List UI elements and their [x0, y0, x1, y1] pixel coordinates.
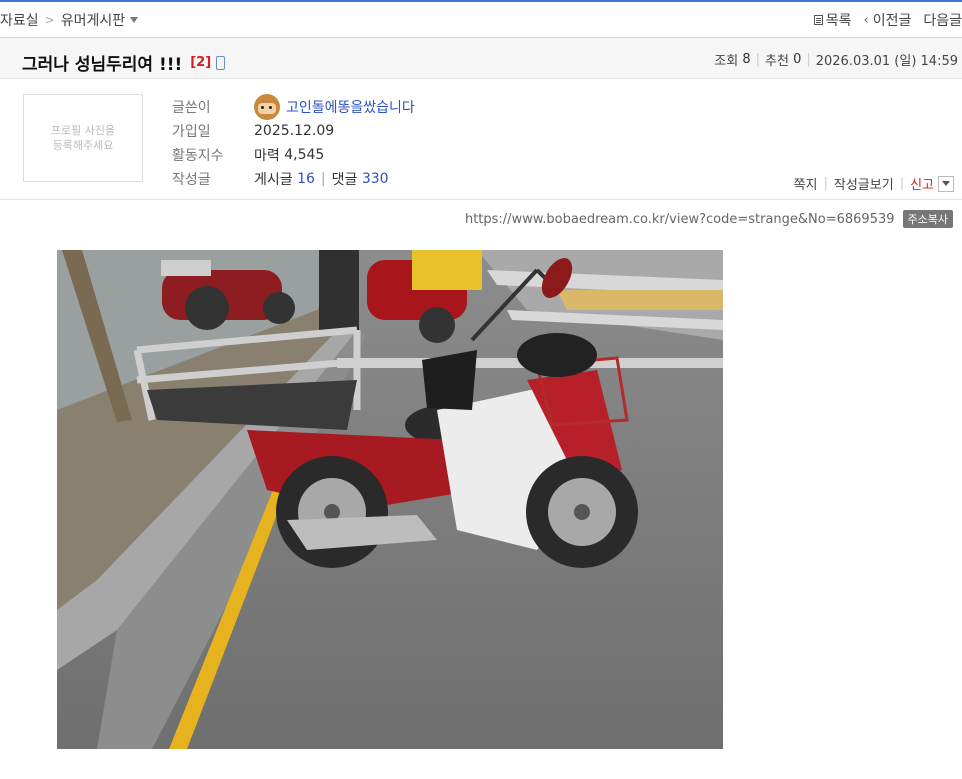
post-title-group: 그러나 성님두리여 !!! [2]	[22, 50, 226, 75]
author-row: 글쓴이 고인돌에똥을쌌습니다	[172, 94, 415, 120]
posts-label: 작성글	[172, 172, 211, 188]
activity-score: 4,545	[284, 147, 325, 163]
author-name-link[interactable]: 고인돌에똥을쌌습니다	[286, 97, 415, 117]
photo-placeholder-text: 프로필 사진을	[50, 124, 116, 137]
joined-date: 2025.12.09	[254, 123, 335, 139]
author-actions: 쪽지 | 작성글보기 | 신고	[794, 174, 954, 193]
list-label: 목록	[825, 13, 852, 29]
post-url[interactable]: https://www.bobaedream.co.kr/view?code=s…	[465, 212, 895, 227]
comments-count-link[interactable]: 330	[362, 171, 389, 187]
post-url-row: https://www.bobaedream.co.kr/view?code=s…	[465, 210, 953, 228]
message-button[interactable]: 쪽지	[794, 174, 818, 193]
author-profile: 프로필 사진을 등록해주세요 글쓴이 고인돌에똥을쌌습니다 가입일 2025.1…	[0, 80, 962, 200]
view-posts-button[interactable]: 작성글보기	[834, 174, 894, 193]
chevron-left-icon: ‹	[863, 12, 869, 28]
list-button[interactable]: 목록	[813, 10, 852, 30]
comment-count-badge[interactable]: [2]	[190, 55, 211, 70]
prev-post-label: 이전글	[872, 13, 912, 29]
divider: |	[755, 52, 760, 67]
report-button[interactable]: 신고	[910, 174, 934, 193]
list-icon	[813, 15, 823, 25]
author-label: 글쓴이	[172, 100, 211, 116]
posts-name: 게시글	[254, 172, 293, 188]
breadcrumb-separator: >	[44, 13, 55, 27]
next-post-button[interactable]: 다음글	[923, 10, 962, 30]
activity-row: 활동지수 마력 4,545	[172, 143, 415, 167]
post-meta: 조회 8 | 추천 0 | 2026.03.01 (일) 14:59	[714, 50, 958, 69]
posts-value: 게시글 16 | 댓글 330	[254, 169, 389, 189]
post-datetime: 2026.03.01 (일) 14:59	[815, 54, 958, 69]
recommend-count: 0	[793, 52, 802, 67]
post-navigation: 목록 ‹ 이전글 다음글	[802, 10, 962, 30]
comments-name: 댓글	[331, 172, 358, 188]
top-accent-line	[0, 0, 962, 2]
views-label: 조회	[714, 54, 739, 69]
divider: |	[320, 171, 326, 187]
mobile-icon	[216, 55, 226, 70]
post-image-motorcycle	[57, 250, 723, 749]
profile-info: 글쓴이 고인돌에똥을쌌습니다 가입일 2025.12.09 활동지수 마력 4,…	[172, 94, 415, 191]
more-dropdown-button[interactable]	[938, 175, 954, 192]
joined-label: 가입일	[172, 124, 211, 140]
prev-post-button[interactable]: ‹ 이전글	[864, 10, 912, 30]
activity-label: 활동지수	[172, 148, 224, 164]
author-value: 고인돌에똥을쌌습니다	[254, 94, 415, 120]
profile-photo-placeholder: 프로필 사진을 등록해주세요	[23, 94, 143, 182]
divider: |	[823, 176, 828, 191]
activity-value: 마력 4,545	[254, 145, 324, 165]
board-dropdown-icon[interactable]	[130, 17, 139, 23]
posts-count-link[interactable]: 16	[297, 171, 315, 187]
views-count: 8	[742, 52, 751, 67]
author-avatar-icon	[254, 94, 280, 120]
post-title: 그러나 성님두리여 !!!	[22, 55, 183, 75]
next-post-label: 다음글	[923, 13, 962, 29]
divider: |	[899, 176, 905, 191]
post-header: 그러나 성님두리여 !!! [2] 조회 8 | 추천 0 | 2026.03.…	[0, 37, 962, 79]
activity-name: 마력	[254, 148, 280, 164]
joined-row: 가입일 2025.12.09	[172, 119, 415, 143]
breadcrumb-section[interactable]: 자료실	[0, 10, 39, 30]
motorcycle-photo	[57, 250, 723, 749]
photo-placeholder-text: 등록해주세요	[52, 139, 114, 152]
copy-url-button[interactable]: 주소복사	[902, 210, 953, 228]
posts-row: 작성글 게시글 16 | 댓글 330	[172, 167, 415, 191]
chevron-down-icon	[942, 181, 950, 186]
divider: |	[806, 52, 811, 67]
breadcrumb-board[interactable]: 유머게시판	[61, 10, 125, 30]
breadcrumb: 자료실 > 유머게시판	[0, 10, 139, 30]
recommend-label: 추천	[765, 54, 789, 69]
